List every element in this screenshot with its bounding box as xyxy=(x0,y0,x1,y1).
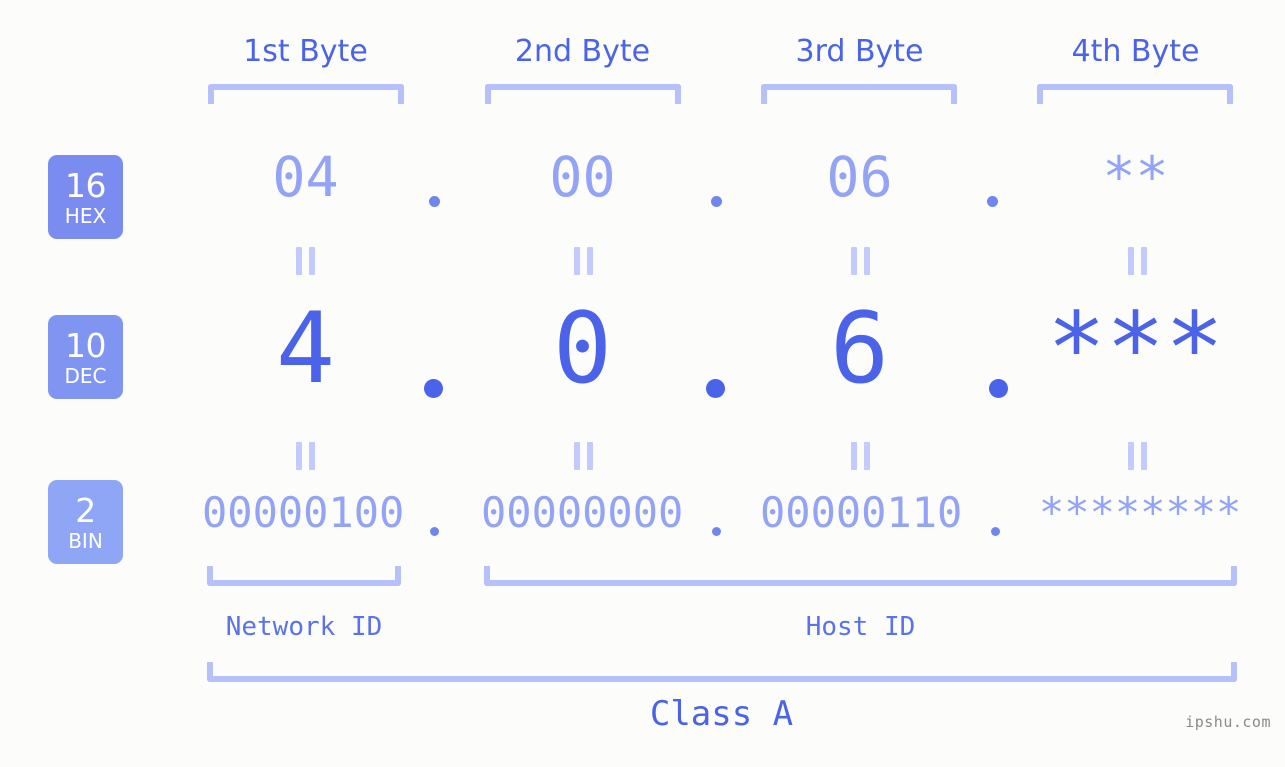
hex-byte-value-4: ** xyxy=(1102,145,1169,209)
ip-address-breakdown-diagram: 1st Byte 2nd Byte 3rd Byte 4th Byte 16 H… xyxy=(0,0,1285,767)
hex-byte-value-2: 00 xyxy=(549,145,616,209)
host-id-label: Host ID xyxy=(805,612,916,642)
equals-symbol-hex-dec-1 xyxy=(292,247,318,275)
byte-bracket-top-3 xyxy=(761,84,957,104)
byte-bracket-top-1 xyxy=(208,84,404,104)
equals-symbol-dec-bin-1 xyxy=(292,442,318,470)
radix-badge-dec-name: DEC xyxy=(64,363,107,388)
byte-header-label-3: 3rd Byte xyxy=(795,34,924,69)
dec-byte-value-2: 0 xyxy=(552,292,612,406)
dec-separator-dot-3 xyxy=(989,379,1008,398)
byte-header-label-2: 2nd Byte xyxy=(514,34,651,69)
dec-separator-dot-1 xyxy=(424,379,443,398)
bin-byte-value-4: ******** xyxy=(1039,488,1242,537)
network-id-label: Network ID xyxy=(225,612,383,642)
hex-separator-dot-2 xyxy=(711,196,722,207)
equals-symbol-hex-dec-4 xyxy=(1124,247,1150,275)
equals-symbol-hex-dec-3 xyxy=(847,247,873,275)
byte-header-label-4: 4th Byte xyxy=(1071,34,1200,69)
equals-symbol-dec-bin-3 xyxy=(847,442,873,470)
radix-badge-dec-number: 10 xyxy=(65,325,107,365)
bin-byte-value-3: 00000110 xyxy=(760,488,963,537)
bin-byte-value-2: 00000000 xyxy=(481,488,684,537)
radix-badge-dec: 10 DEC xyxy=(48,315,123,399)
bin-separator-dot-1 xyxy=(430,527,439,536)
radix-badge-bin-number: 2 xyxy=(75,490,96,530)
equals-symbol-dec-bin-2 xyxy=(570,442,596,470)
hex-separator-dot-1 xyxy=(429,196,440,207)
radix-badge-hex-name: HEX xyxy=(64,203,107,228)
hex-byte-value-3: 06 xyxy=(826,145,893,209)
equals-symbol-hex-dec-2 xyxy=(570,247,596,275)
class-bracket xyxy=(207,662,1237,682)
dec-byte-value-3: 6 xyxy=(829,292,889,406)
equals-symbol-dec-bin-4 xyxy=(1124,442,1150,470)
dec-byte-value-1: 4 xyxy=(275,292,335,406)
bin-byte-value-1: 00000100 xyxy=(202,488,405,537)
network-id-bracket xyxy=(207,566,401,586)
radix-badge-bin: 2 BIN xyxy=(48,480,123,564)
byte-bracket-top-4 xyxy=(1037,84,1233,104)
hex-separator-dot-3 xyxy=(987,196,998,207)
byte-header-label-1: 1st Byte xyxy=(243,34,368,69)
class-label: Class A xyxy=(649,694,794,734)
radix-badge-hex: 16 HEX xyxy=(48,155,123,239)
watermark: ipshu.com xyxy=(1185,713,1271,731)
radix-badge-hex-number: 16 xyxy=(65,165,107,205)
dec-byte-value-4: *** xyxy=(1046,292,1224,406)
hex-byte-value-1: 04 xyxy=(272,145,339,209)
dec-separator-dot-2 xyxy=(706,379,725,398)
bin-separator-dot-3 xyxy=(991,527,1000,536)
host-id-bracket xyxy=(484,566,1237,586)
bin-separator-dot-2 xyxy=(712,527,721,536)
byte-bracket-top-2 xyxy=(485,84,681,104)
radix-badge-bin-name: BIN xyxy=(68,528,103,553)
